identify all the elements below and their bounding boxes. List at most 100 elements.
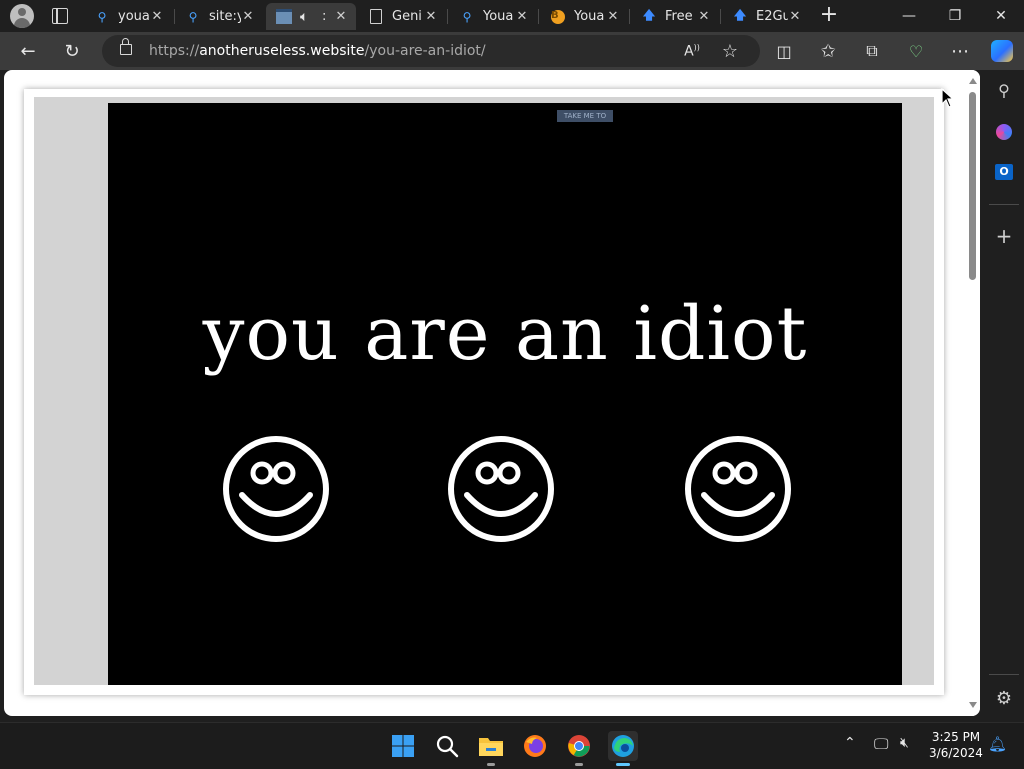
coin-icon: B [550,9,566,25]
running-indicator [487,763,495,766]
read-aloud-button[interactable]: A)) [678,37,706,65]
sidebar-search-button[interactable]: ⚲ [992,78,1016,102]
back-button[interactable]: ← [14,37,42,65]
split-screen-icon: ◫ [776,41,792,61]
copilot-sidebar-icon [996,124,1012,140]
windows-taskbar: ⌃ 🖵︎ 🔇︎ 3:25 PM 3/6/2024 🔔︎ [0,722,1024,769]
notifications-button[interactable]: 🔔︎ [988,735,1007,753]
lock-icon[interactable] [120,38,132,55]
tab-title: Geni [392,9,422,24]
gear-icon: ⚙ [995,687,1013,709]
navigation-toolbar: ← ↻ https://anotheruseless.website/you-a… [0,32,1024,70]
star-icon: ☆ [721,40,739,62]
smiley-face-icon [448,436,554,542]
arrow-up-icon: 🡅 [733,8,747,22]
url-text[interactable]: https://anotheruseless.website/you-are-a… [149,43,486,59]
chrome-icon [568,735,590,757]
copilot-button[interactable] [988,37,1016,65]
headline: you are an idiot [202,291,808,377]
scroll-down-icon[interactable] [969,702,977,708]
tab-6[interactable]: B Youa ✕ [540,3,628,30]
restore-button[interactable]: ❐ [932,0,978,32]
running-indicator [575,763,583,766]
tab-title: : [322,9,327,24]
clock-date: 3/6/2024 [929,746,983,760]
page-viewport[interactable]: TAKE ME TO you are an idiot [4,70,980,716]
close-tab-icon[interactable]: ✕ [150,9,164,24]
favorite-button[interactable]: ☆ [716,37,744,65]
favorites-button[interactable]: ✩ [814,37,842,65]
tab-1[interactable]: ⚲ youa ✕ [84,3,172,30]
chrome-button[interactable] [564,731,594,766]
tab-actions-icon[interactable] [52,8,68,24]
close-tab-icon[interactable]: ✕ [515,9,529,24]
tab-8[interactable]: 🡅 E2Gu ✕ [722,3,810,30]
start-button[interactable] [388,731,418,761]
folder-icon [479,738,503,756]
take-me-to-button[interactable]: TAKE ME TO [557,110,613,122]
scroll-up-icon[interactable] [969,78,977,84]
tab-4[interactable]: Geni ✕ [358,3,446,30]
settings-more-button[interactable]: ⋯ [946,37,974,65]
tab-title: site:y [209,9,241,24]
new-tab-button[interactable]: + [819,4,839,26]
search-icon [436,735,459,758]
sidebar-settings-button[interactable]: ⚙ [992,686,1016,710]
chevron-up-icon: ⌃ [844,735,856,751]
active-indicator [616,763,630,766]
sidebar-add-button[interactable]: + [992,224,1016,248]
heart-pulse-icon: ♡ [908,41,924,61]
tab-7[interactable]: 🡅 Free ✕ [631,3,719,30]
smiley-face-icon [685,436,791,542]
audio-playing-icon[interactable]: 🔈︎ [300,9,318,25]
search-icon: ⚲ [188,9,198,24]
minimize-button[interactable]: — [886,0,932,32]
browser-essentials-button[interactable]: ♡ [902,37,930,65]
tab-5[interactable]: ⚲ Youa ✕ [449,3,537,30]
firefox-icon [524,735,546,757]
firefox-button[interactable] [520,731,550,761]
profile-avatar-icon[interactable] [10,4,34,28]
edge-button[interactable] [608,731,638,766]
url-host: anotheruseless.website [199,43,365,59]
tab-2[interactable]: ⚲ site:y ✕ [175,3,263,30]
close-tab-icon[interactable]: ✕ [334,9,348,24]
windows-logo-icon [392,735,414,757]
network-button[interactable]: 🖵︎ [874,735,888,753]
collections-button[interactable]: ⧉ [858,37,886,65]
refresh-button[interactable]: ↻ [58,37,86,65]
mouse-cursor-icon [941,88,955,108]
close-tab-icon[interactable]: ✕ [697,9,711,24]
taskbar-search-button[interactable] [432,731,462,761]
tab-title: E2Gu [756,9,788,24]
url-scheme: https:// [149,43,200,59]
search-icon: ⚲ [97,9,107,24]
sidebar-outlook-button[interactable]: O [992,160,1016,184]
tab-3-active[interactable]: 🔈︎ : ✕ [266,3,356,30]
address-bar[interactable]: https://anotheruseless.website/you-are-a… [102,35,760,67]
scroll-thumb[interactable] [969,92,976,280]
document-icon [368,9,384,25]
smiley-face-icon [223,436,329,542]
read-aloud-icon: A)) [684,42,700,60]
arrow-up-icon: 🡅 [642,8,656,22]
close-tab-icon[interactable]: ✕ [241,9,255,24]
plus-icon: + [995,224,1013,248]
collections-icon: ⧉ [866,41,878,60]
tab-title: Free [665,9,693,24]
vertical-scrollbar[interactable] [966,70,980,716]
speaker-muted-icon: 🔇︎ [900,735,909,751]
system-clock[interactable]: 3:25 PM 3/6/2024 [928,729,984,761]
search-icon: ⚲ [998,80,1010,100]
sidebar-copilot-button[interactable] [992,120,1016,144]
tab-title: youa [118,9,150,24]
close-window-button[interactable]: ✕ [978,0,1024,32]
close-tab-icon[interactable]: ✕ [424,9,438,24]
file-explorer-button[interactable] [476,731,506,766]
close-tab-icon[interactable]: ✕ [606,9,620,24]
volume-button[interactable]: 🔇︎ [900,735,909,751]
show-hidden-icons-button[interactable]: ⌃ [844,735,856,751]
split-screen-button[interactable]: ◫ [770,37,798,65]
tab-title: Youa [483,9,514,24]
close-tab-icon[interactable]: ✕ [788,9,802,24]
